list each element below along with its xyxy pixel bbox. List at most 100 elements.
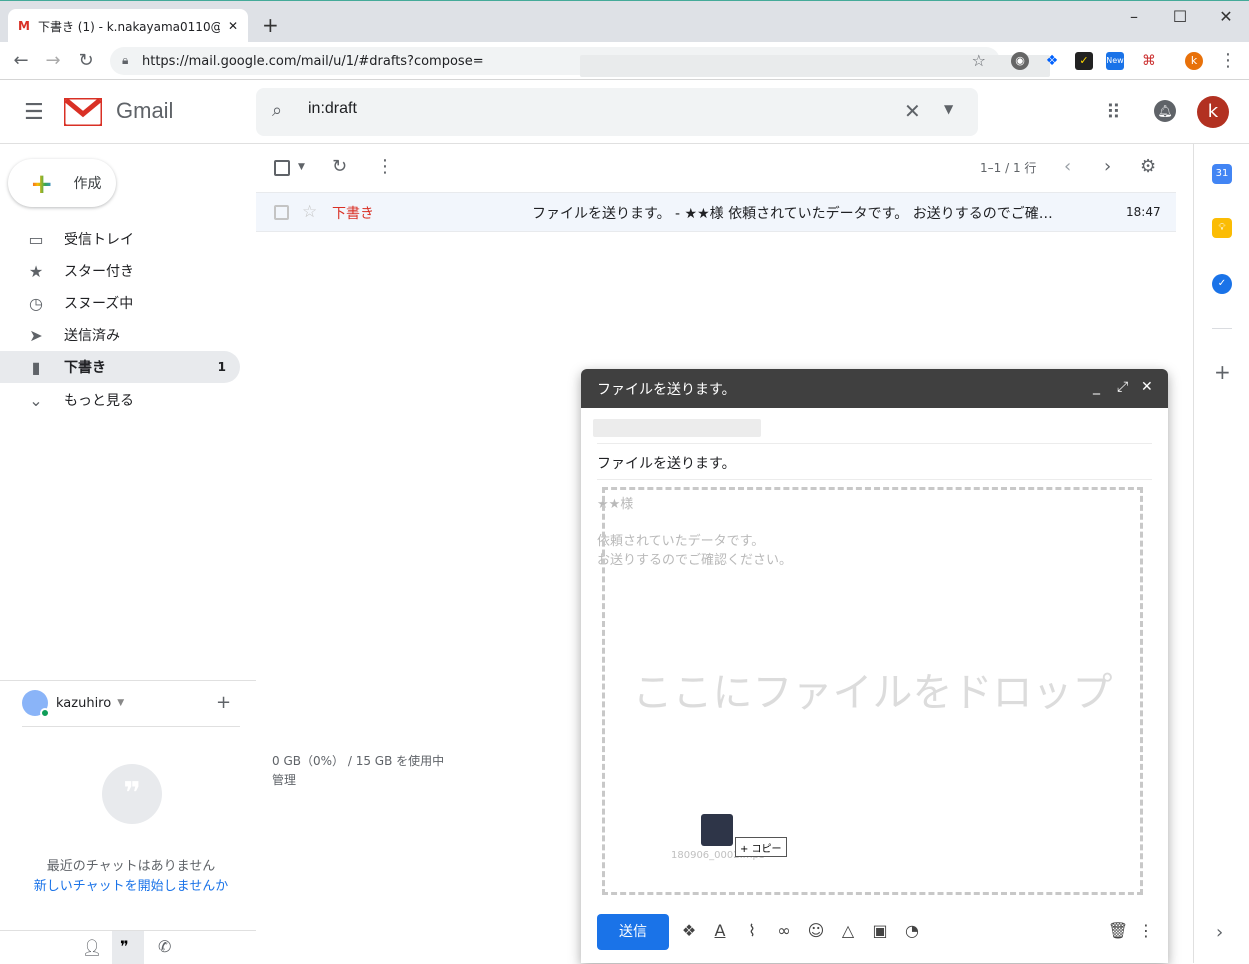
tasks-icon[interactable]: ✓ <box>1212 274 1232 294</box>
clock-icon: ◷ <box>29 293 43 313</box>
dropbox-icon[interactable]: ❖ <box>1043 52 1061 70</box>
extension-globe-icon[interactable]: ◉ <box>1011 52 1029 70</box>
hangouts-chat-icon[interactable]: ❞ <box>120 937 129 956</box>
compose-button[interactable]: + 作成 <box>8 159 116 207</box>
search-input[interactable] <box>308 100 868 118</box>
row-checkbox[interactable] <box>274 205 289 220</box>
address-bar[interactable]: 🔒︎ https://mail.google.com/mail/u/1/#dra… <box>110 47 1050 77</box>
emoji-icon[interactable]: ☺ <box>805 921 827 940</box>
sidebar-item-label: 下書き <box>64 360 106 376</box>
sidebar-item-sent[interactable]: ➤ 送信済み <box>0 319 240 351</box>
confidential-mode-icon[interactable]: ◔ <box>901 921 923 940</box>
contacts-icon[interactable]: 👤︎ <box>82 938 102 957</box>
calendar-icon[interactable]: 31 <box>1212 164 1232 184</box>
pdf-extension-icon[interactable]: ⌘ <box>1140 52 1158 70</box>
drive-icon[interactable]: △ <box>837 921 859 940</box>
file-drop-zone[interactable]: ここにファイルをドロップ 180906_0002.mp3 + コピー <box>602 487 1143 895</box>
hangouts-user[interactable]: kazuhiro ▼ + <box>22 688 242 718</box>
dragged-file-icon <box>701 814 733 846</box>
compose-label: 作成 <box>73 176 102 192</box>
star-icon: ★ <box>28 261 44 281</box>
browser-menu-icon[interactable]: ⋮ <box>1217 50 1239 71</box>
browser-toolbar: ← → ↻ 🔒︎ https://mail.google.com/mail/u/… <box>0 42 1249 80</box>
plus-icon: + <box>30 166 54 200</box>
link-icon[interactable]: ∞ <box>773 921 795 940</box>
recipient-field[interactable] <box>593 419 761 437</box>
browser-tab[interactable]: M 下書き (1) - k.nakayama0110@gm ✕ <box>8 9 248 43</box>
search-bar[interactable]: ⌕ ✕ ▼ <box>256 88 978 136</box>
photo-icon[interactable]: ▣ <box>869 921 891 940</box>
next-page-icon[interactable]: › <box>1104 156 1111 177</box>
profile-avatar[interactable]: k <box>1185 52 1203 70</box>
chat-bubble-icon: ❞ <box>102 764 162 824</box>
more-actions-icon[interactable]: ⋮ <box>376 156 394 177</box>
subject-field[interactable]: ファイルを送ります。 <box>597 453 736 473</box>
new-tab-button[interactable]: + <box>262 13 279 37</box>
minimize-icon[interactable]: _ <box>1093 379 1100 395</box>
manage-link[interactable]: 管理 <box>272 771 296 788</box>
notifications-icon[interactable]: 🔔︎ <box>1154 100 1176 122</box>
dropbox-icon[interactable]: ❖ <box>678 921 700 940</box>
sidebar-item-snoozed[interactable]: ◷ スヌーズ中 <box>0 287 240 319</box>
select-dropdown-icon[interactable]: ▼ <box>298 162 305 172</box>
hangouts-divider <box>0 680 256 681</box>
search-icon[interactable]: ⌕ <box>272 100 282 121</box>
phone-icon[interactable]: ✆ <box>158 937 171 956</box>
keep-icon[interactable]: 💡︎ <box>1212 218 1232 238</box>
new-badge: New <box>1106 56 1124 65</box>
prev-page-icon[interactable]: ‹ <box>1064 156 1071 177</box>
start-chat-link[interactable]: 新しいチャットを開始しませんか <box>0 875 262 894</box>
sidebar-item-label: 送信済み <box>64 328 120 344</box>
send-button[interactable]: 送信 <box>597 914 669 950</box>
settings-gear-icon[interactable]: ⚙ <box>1140 156 1156 177</box>
expand-panel-icon[interactable]: › <box>1216 922 1223 943</box>
sidebar-item-label: もっと見る <box>64 393 134 409</box>
close-icon[interactable]: ✕ <box>1141 379 1153 395</box>
divider <box>22 726 240 727</box>
close-window-icon[interactable]: ✕ <box>1211 7 1241 27</box>
sidebar-item-starred[interactable]: ★ スター付き <box>0 255 240 287</box>
user-avatar-icon <box>22 690 50 718</box>
select-all-checkbox[interactable] <box>274 160 290 176</box>
formatting-icon[interactable]: A <box>709 921 731 940</box>
forward-icon[interactable]: → <box>42 50 64 71</box>
more-options-icon[interactable]: ⋮ <box>1135 921 1157 940</box>
main-menu-icon[interactable]: ☰ <box>24 100 44 125</box>
minimize-window-icon[interactable]: – <box>1119 7 1149 27</box>
tab-title: 下書き (1) - k.nakayama0110@gm <box>37 19 220 34</box>
hangouts-user-name: kazuhiro <box>56 695 112 711</box>
search-options-icon[interactable]: ▼ <box>944 102 953 116</box>
gmail-header: ☰ Gmail ⌕ ✕ ▼ ⠿ 🔔︎ k <box>0 80 1249 144</box>
reload-icon[interactable]: ↻ <box>75 50 97 71</box>
lock-icon: 🔒︎ <box>122 53 129 67</box>
account-avatar[interactable]: k <box>1197 96 1229 128</box>
discard-draft-icon[interactable]: 🗑︎ <box>1107 921 1129 940</box>
close-tab-icon[interactable]: ✕ <box>228 19 238 33</box>
sidebar-item-label: 受信トレイ <box>64 232 134 248</box>
refresh-icon[interactable]: ↻ <box>332 156 347 177</box>
compose-window: ファイルを送ります。 _ ⤢ ✕ ファイルを送ります。 ★★様 依頼されていたデ… <box>581 369 1168 963</box>
sidebar-item-more[interactable]: ⌄ もっと見る <box>0 384 240 416</box>
sidebar-item-inbox[interactable]: ▭ 受信トレイ <box>0 223 240 255</box>
sidebar-item-drafts[interactable]: ▮ 下書き 1 <box>0 351 240 383</box>
back-icon[interactable]: ← <box>10 50 32 71</box>
apps-grid-icon[interactable]: ⠿ <box>1106 100 1121 124</box>
copy-tooltip: + コピー <box>735 837 787 857</box>
send-icon: ➤ <box>29 325 43 345</box>
table-row[interactable]: ☆ 下書き ファイルを送ります。 - ★★様 依頼されていたデータです。 お送り… <box>256 192 1176 232</box>
expand-icon[interactable]: ⤢ <box>1117 379 1128 395</box>
drop-zone-text: ここにファイルをドロップ <box>632 671 1113 715</box>
user-dropdown-icon[interactable]: ▼ <box>117 698 124 708</box>
attach-icon[interactable]: ⌇ <box>741 921 763 940</box>
compose-header[interactable]: ファイルを送ります。 _ ⤢ ✕ <box>581 369 1168 408</box>
sidebar-item-label: スター付き <box>64 264 134 280</box>
maximize-window-icon[interactable]: ☐ <box>1165 7 1195 27</box>
add-chat-icon[interactable]: + <box>216 692 231 713</box>
extension-new-icon[interactable]: New <box>1106 52 1124 70</box>
clear-search-icon[interactable]: ✕ <box>904 99 921 123</box>
bookmark-star-icon[interactable]: ☆ <box>972 51 986 70</box>
star-icon[interactable]: ☆ <box>302 202 317 222</box>
extension-check-icon[interactable]: ✓ <box>1075 52 1093 70</box>
add-addon-icon[interactable]: + <box>1214 360 1231 384</box>
row-subject: ファイルを送ります。 - ★★様 依頼されていたデータです。 お送りするのでご確… <box>532 206 1053 222</box>
